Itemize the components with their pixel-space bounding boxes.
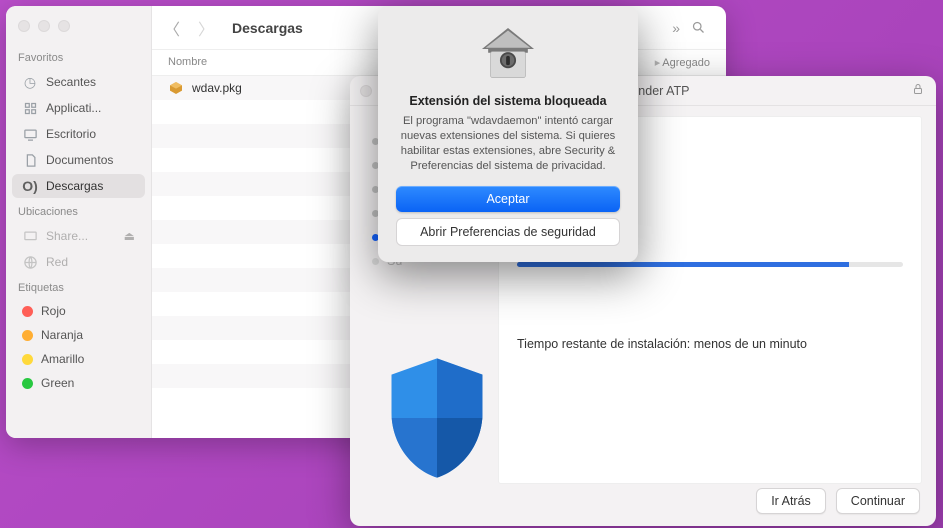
dialog-message: El programa "wdavdaemon" intentó cargar … [396, 114, 620, 174]
sidebar-item-label: Share... [46, 229, 88, 243]
close-window-button[interactable] [18, 20, 30, 32]
finder-sidebar: Favoritos ◷ Secantes Applicati... Escrit… [6, 6, 152, 438]
sidebar-item-recents[interactable]: ◷ Secantes [12, 70, 145, 94]
toolbar-overflow-icon[interactable]: » [672, 20, 680, 36]
sidebar-item-label: Secantes [46, 75, 96, 89]
sidebar-item-label: Documentos [46, 153, 113, 167]
accept-button[interactable]: Aceptar [396, 186, 620, 212]
back-button[interactable]: Ir Atrás [756, 488, 826, 514]
shield-icon [382, 353, 492, 486]
downloads-icon: O) [22, 178, 38, 194]
tag-dot-icon [22, 354, 33, 365]
clock-icon: ◷ [22, 74, 38, 90]
sidebar-item-label: Amarillo [41, 352, 84, 366]
progress-bar [517, 262, 903, 267]
installer-buttons: Ir Atrás Continuar [756, 488, 920, 514]
tag-dot-icon [22, 378, 33, 389]
sidebar-item-label: Red [46, 255, 68, 269]
search-icon[interactable] [691, 20, 706, 38]
page-title: Descargas [232, 20, 303, 36]
sidebar-heading-locations: Ubicaciones [6, 200, 151, 222]
file-name: wdav.pkg [192, 81, 242, 95]
sidebar-item-desktop[interactable]: Escritorio [12, 122, 145, 146]
globe-icon [22, 254, 38, 270]
eject-icon[interactable]: ⏏ [124, 229, 135, 243]
sidebar-item-label: Applicati... [46, 101, 101, 115]
apps-icon [22, 100, 38, 116]
system-extension-blocked-dialog: Extensión del sistema bloqueada El progr… [378, 6, 638, 262]
sidebar-item-applications[interactable]: Applicati... [12, 96, 145, 120]
sidebar-item-shared[interactable]: Share... ⏏ [12, 224, 145, 248]
minimize-window-button[interactable] [38, 20, 50, 32]
sidebar-item-downloads[interactable]: O) Descargas [12, 174, 145, 198]
open-security-preferences-button[interactable]: Abrir Preferencias de seguridad [396, 218, 620, 246]
sidebar-item-label: Naranja [41, 328, 83, 342]
dialog-title: Extensión del sistema bloqueada [396, 94, 620, 108]
remaining-time: Tiempo restante de instalación: menos de… [517, 337, 903, 351]
package-icon [168, 80, 184, 96]
close-window-button[interactable] [360, 85, 372, 97]
desktop-icon [22, 126, 38, 142]
security-house-icon [476, 22, 540, 86]
column-date[interactable]: ▸Agregado [655, 56, 710, 69]
sidebar-item-label: Rojo [41, 304, 66, 318]
sidebar-item-label: Green [41, 376, 74, 390]
sidebar-heading-favorites: Favoritos [6, 46, 151, 68]
zoom-window-button[interactable] [58, 20, 70, 32]
documents-icon [22, 152, 38, 168]
sidebar-item-network[interactable]: Red [12, 250, 145, 274]
sidebar-tag-red[interactable]: Rojo [12, 300, 145, 322]
tag-dot-icon [22, 330, 33, 341]
sidebar-tag-yellow[interactable]: Amarillo [12, 348, 145, 370]
continue-button[interactable]: Continuar [836, 488, 920, 514]
sidebar-tag-green[interactable]: Green [12, 372, 145, 394]
forward-button[interactable]: 〉 [194, 16, 218, 40]
network-icon [22, 228, 38, 244]
sidebar-heading-tags: Etiquetas [6, 276, 151, 298]
sidebar-item-label: Descargas [46, 179, 103, 193]
back-button[interactable]: 〈 [160, 16, 184, 40]
sidebar-item-label: Escritorio [46, 127, 96, 141]
sidebar-tag-orange[interactable]: Naranja [12, 324, 145, 346]
tag-dot-icon [22, 306, 33, 317]
sidebar-item-documents[interactable]: Documentos [12, 148, 145, 172]
window-controls [6, 14, 151, 46]
lock-icon[interactable] [912, 82, 926, 99]
